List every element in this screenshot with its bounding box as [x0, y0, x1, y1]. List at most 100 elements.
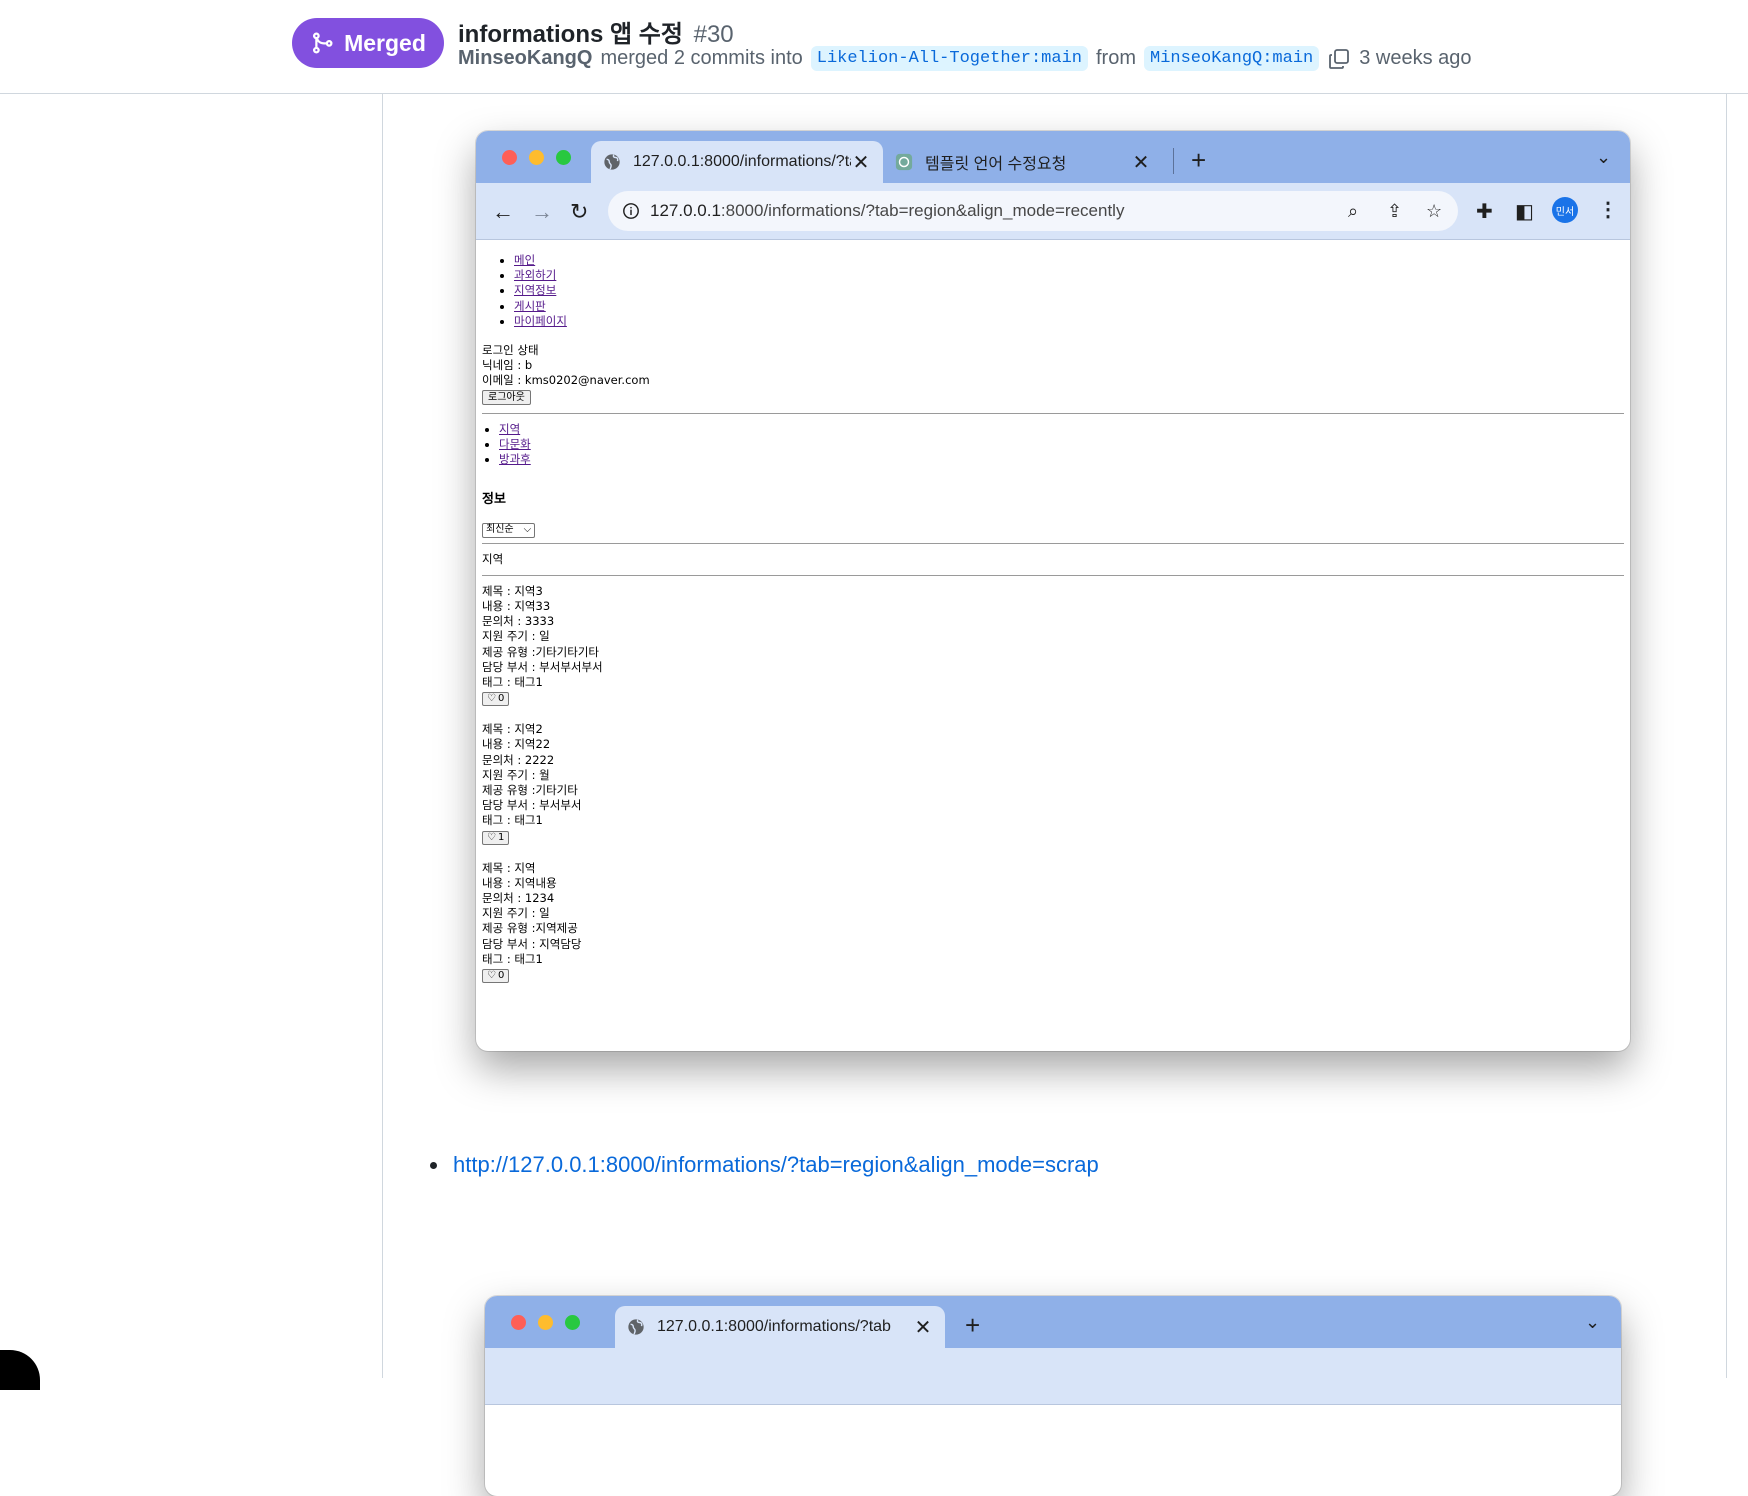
chatgpt-icon [895, 153, 913, 171]
menu-icon[interactable]: ⋮ [1598, 197, 1618, 222]
browser-screenshot-2: 127.0.0.1:8000/informations/?tab ✕ + ⌄ [485, 1296, 1621, 1496]
from-text: from [1096, 47, 1136, 69]
nickname: 닉네임 : b [482, 358, 533, 373]
nav-item[interactable]: 게시판 [514, 299, 1624, 314]
maximize-window-button[interactable] [565, 1315, 580, 1330]
extensions-icon[interactable]: ✚ [1476, 199, 1493, 224]
close-window-button[interactable] [511, 1315, 526, 1330]
bookmark-star-icon[interactable]: ☆ [1426, 201, 1442, 222]
close-tab-icon[interactable]: ✕ [851, 150, 871, 175]
nav-item[interactable]: 지역정보 [514, 283, 1624, 298]
forward-icon[interactable]: → [531, 199, 553, 225]
category-multicultural[interactable]: 다문화 [499, 437, 531, 451]
pr-header: Merged informations 앱 수정 #30 MinseoKangQ… [0, 0, 1748, 94]
nav-item[interactable]: 마이페이지 [514, 314, 1624, 329]
nav-link-main[interactable]: 메인 [514, 253, 535, 267]
tab-title: 127.0.0.1:8000/informations/?tab [657, 1318, 891, 1335]
merged-text: merged 2 commits into [600, 47, 803, 69]
tab-search-chevron-icon[interactable]: ⌄ [1596, 147, 1611, 168]
back-icon[interactable]: ← [492, 199, 514, 225]
tab-separator [1173, 148, 1174, 174]
new-tab-icon[interactable]: + [965, 1310, 980, 1341]
item-tag: 태그 : 태그1 [482, 674, 543, 689]
pr-number: #30 [693, 21, 734, 48]
merge-icon [313, 32, 333, 54]
tab-informations[interactable]: 127.0.0.1:8000/informations/?tab ✕ [615, 1306, 945, 1348]
tab-informations[interactable]: 127.0.0.1:8000/informations/?tab ✕ [591, 141, 883, 183]
item-title: 제목 : 지역2 [482, 722, 543, 737]
head-branch[interactable]: MinseoKangQ:main [1144, 46, 1320, 71]
item-content: 내용 : 지역33 [482, 598, 551, 613]
profile-avatar[interactable]: 민서 [1552, 197, 1578, 223]
scrap-url-link[interactable]: http://127.0.0.1:8000/informations/?tab=… [453, 1152, 1099, 1178]
like-count: 0 [497, 693, 505, 705]
like-button[interactable]: ♡ 0 [482, 692, 510, 707]
pr-author-link[interactable]: MinseoKangQ [458, 47, 592, 70]
item-content: 내용 : 지역22 [482, 737, 551, 752]
nav-link-mypage[interactable]: 마이페이지 [514, 314, 567, 328]
item-title: 제목 : 지역 [482, 860, 536, 875]
info-item: 제목 : 지역2 내용 : 지역22 문의처 : 2222 지원 주기 : 월 … [482, 722, 1624, 845]
minimize-window-button[interactable] [529, 150, 544, 165]
item-dept: 담당 부서 : 부서부서부서 [482, 659, 603, 674]
item-cycle: 지원 주기 : 일 [482, 906, 550, 921]
tab-title: 127.0.0.1:8000/informations/?tab [633, 153, 851, 170]
tab-template-request[interactable]: 템플릿 언어 수정요청 ✕ [883, 141, 1163, 183]
email: 이메일 : kms0202@naver.com [482, 373, 650, 388]
item-contact: 문의처 : 3333 [482, 614, 555, 629]
pr-title-text: informations 앱 수정 [458, 21, 683, 48]
item-type: 제공 유형 :지역제공 [482, 921, 578, 936]
logout-button[interactable]: 로그아웃 [482, 389, 531, 405]
zoom-icon[interactable]: ⌕ [1348, 201, 1358, 222]
category-item[interactable]: 다문화 [499, 437, 1624, 452]
category-item[interactable]: 지역 [499, 422, 1624, 437]
site-info-icon[interactable] [622, 202, 640, 220]
browser-toolbar [485, 1348, 1621, 1405]
address-bar[interactable]: 127.0.0.1:8000/informations/?tab=region&… [608, 191, 1458, 231]
nav-link-board[interactable]: 게시판 [514, 299, 546, 313]
side-panel-icon[interactable]: ◧ [1515, 199, 1534, 224]
login-status: 로그인 상태 [482, 343, 539, 358]
category-item[interactable]: 방과후 [499, 452, 1624, 467]
item-type: 제공 유형 :기타기타 [482, 782, 578, 797]
reload-icon[interactable]: ↻ [570, 199, 588, 225]
nav-link-tutoring[interactable]: 과외하기 [514, 268, 556, 282]
nav-item[interactable]: 메인 [514, 253, 1624, 268]
category-region[interactable]: 지역 [499, 422, 520, 436]
tab-bar: 127.0.0.1:8000/informations/?tab ✕ 템플릿 언… [476, 131, 1630, 183]
url-path: :8000/informations/?tab=region&align_mod… [720, 201, 1125, 220]
nav-link-region-info[interactable]: 지역정보 [514, 283, 556, 297]
globe-icon [604, 154, 620, 170]
item-title: 제목 : 지역3 [482, 583, 543, 598]
chevron-down-icon: ⌵ [523, 524, 532, 536]
nav-item[interactable]: 과외하기 [514, 268, 1624, 283]
close-tab-icon[interactable]: ✕ [1131, 150, 1151, 175]
close-tab-icon[interactable]: ✕ [913, 1315, 933, 1340]
item-cycle: 지원 주기 : 월 [482, 767, 550, 782]
minimize-window-button[interactable] [538, 1315, 553, 1330]
tab-search-chevron-icon[interactable]: ⌄ [1585, 1312, 1600, 1333]
copy-icon[interactable] [1327, 47, 1351, 71]
window-corner [0, 1350, 40, 1390]
heart-icon: ♡ [487, 693, 496, 705]
base-branch[interactable]: Likelion-All-Together:main [810, 46, 1088, 71]
item-tag: 태그 : 태그1 [482, 813, 543, 828]
category-afterschool[interactable]: 방과후 [499, 452, 531, 466]
like-button[interactable]: ♡ 0 [482, 969, 510, 983]
new-tab-icon[interactable]: + [1191, 145, 1206, 176]
timeline-border [382, 93, 383, 1378]
share-icon[interactable]: ⇪ [1387, 201, 1402, 222]
sort-select[interactable]: 최신순 ⌵ [482, 522, 536, 538]
section-label: 지역 [482, 551, 504, 566]
close-window-button[interactable] [502, 150, 517, 165]
window-controls [502, 150, 571, 165]
item-cycle: 지원 주기 : 일 [482, 629, 550, 644]
window-controls [511, 1315, 580, 1330]
item-tag: 태그 : 태그1 [482, 951, 543, 966]
merged-status-badge: Merged [292, 18, 444, 68]
like-button[interactable]: ♡ 1 [482, 830, 510, 845]
info-item: 제목 : 지역3 내용 : 지역33 문의처 : 3333 지원 주기 : 일 … [482, 583, 1624, 707]
main-nav: 메인 과외하기 지역정보 게시판 마이페이지 [482, 253, 1624, 329]
item-contact: 문의처 : 1234 [482, 890, 555, 905]
maximize-window-button[interactable] [556, 150, 571, 165]
